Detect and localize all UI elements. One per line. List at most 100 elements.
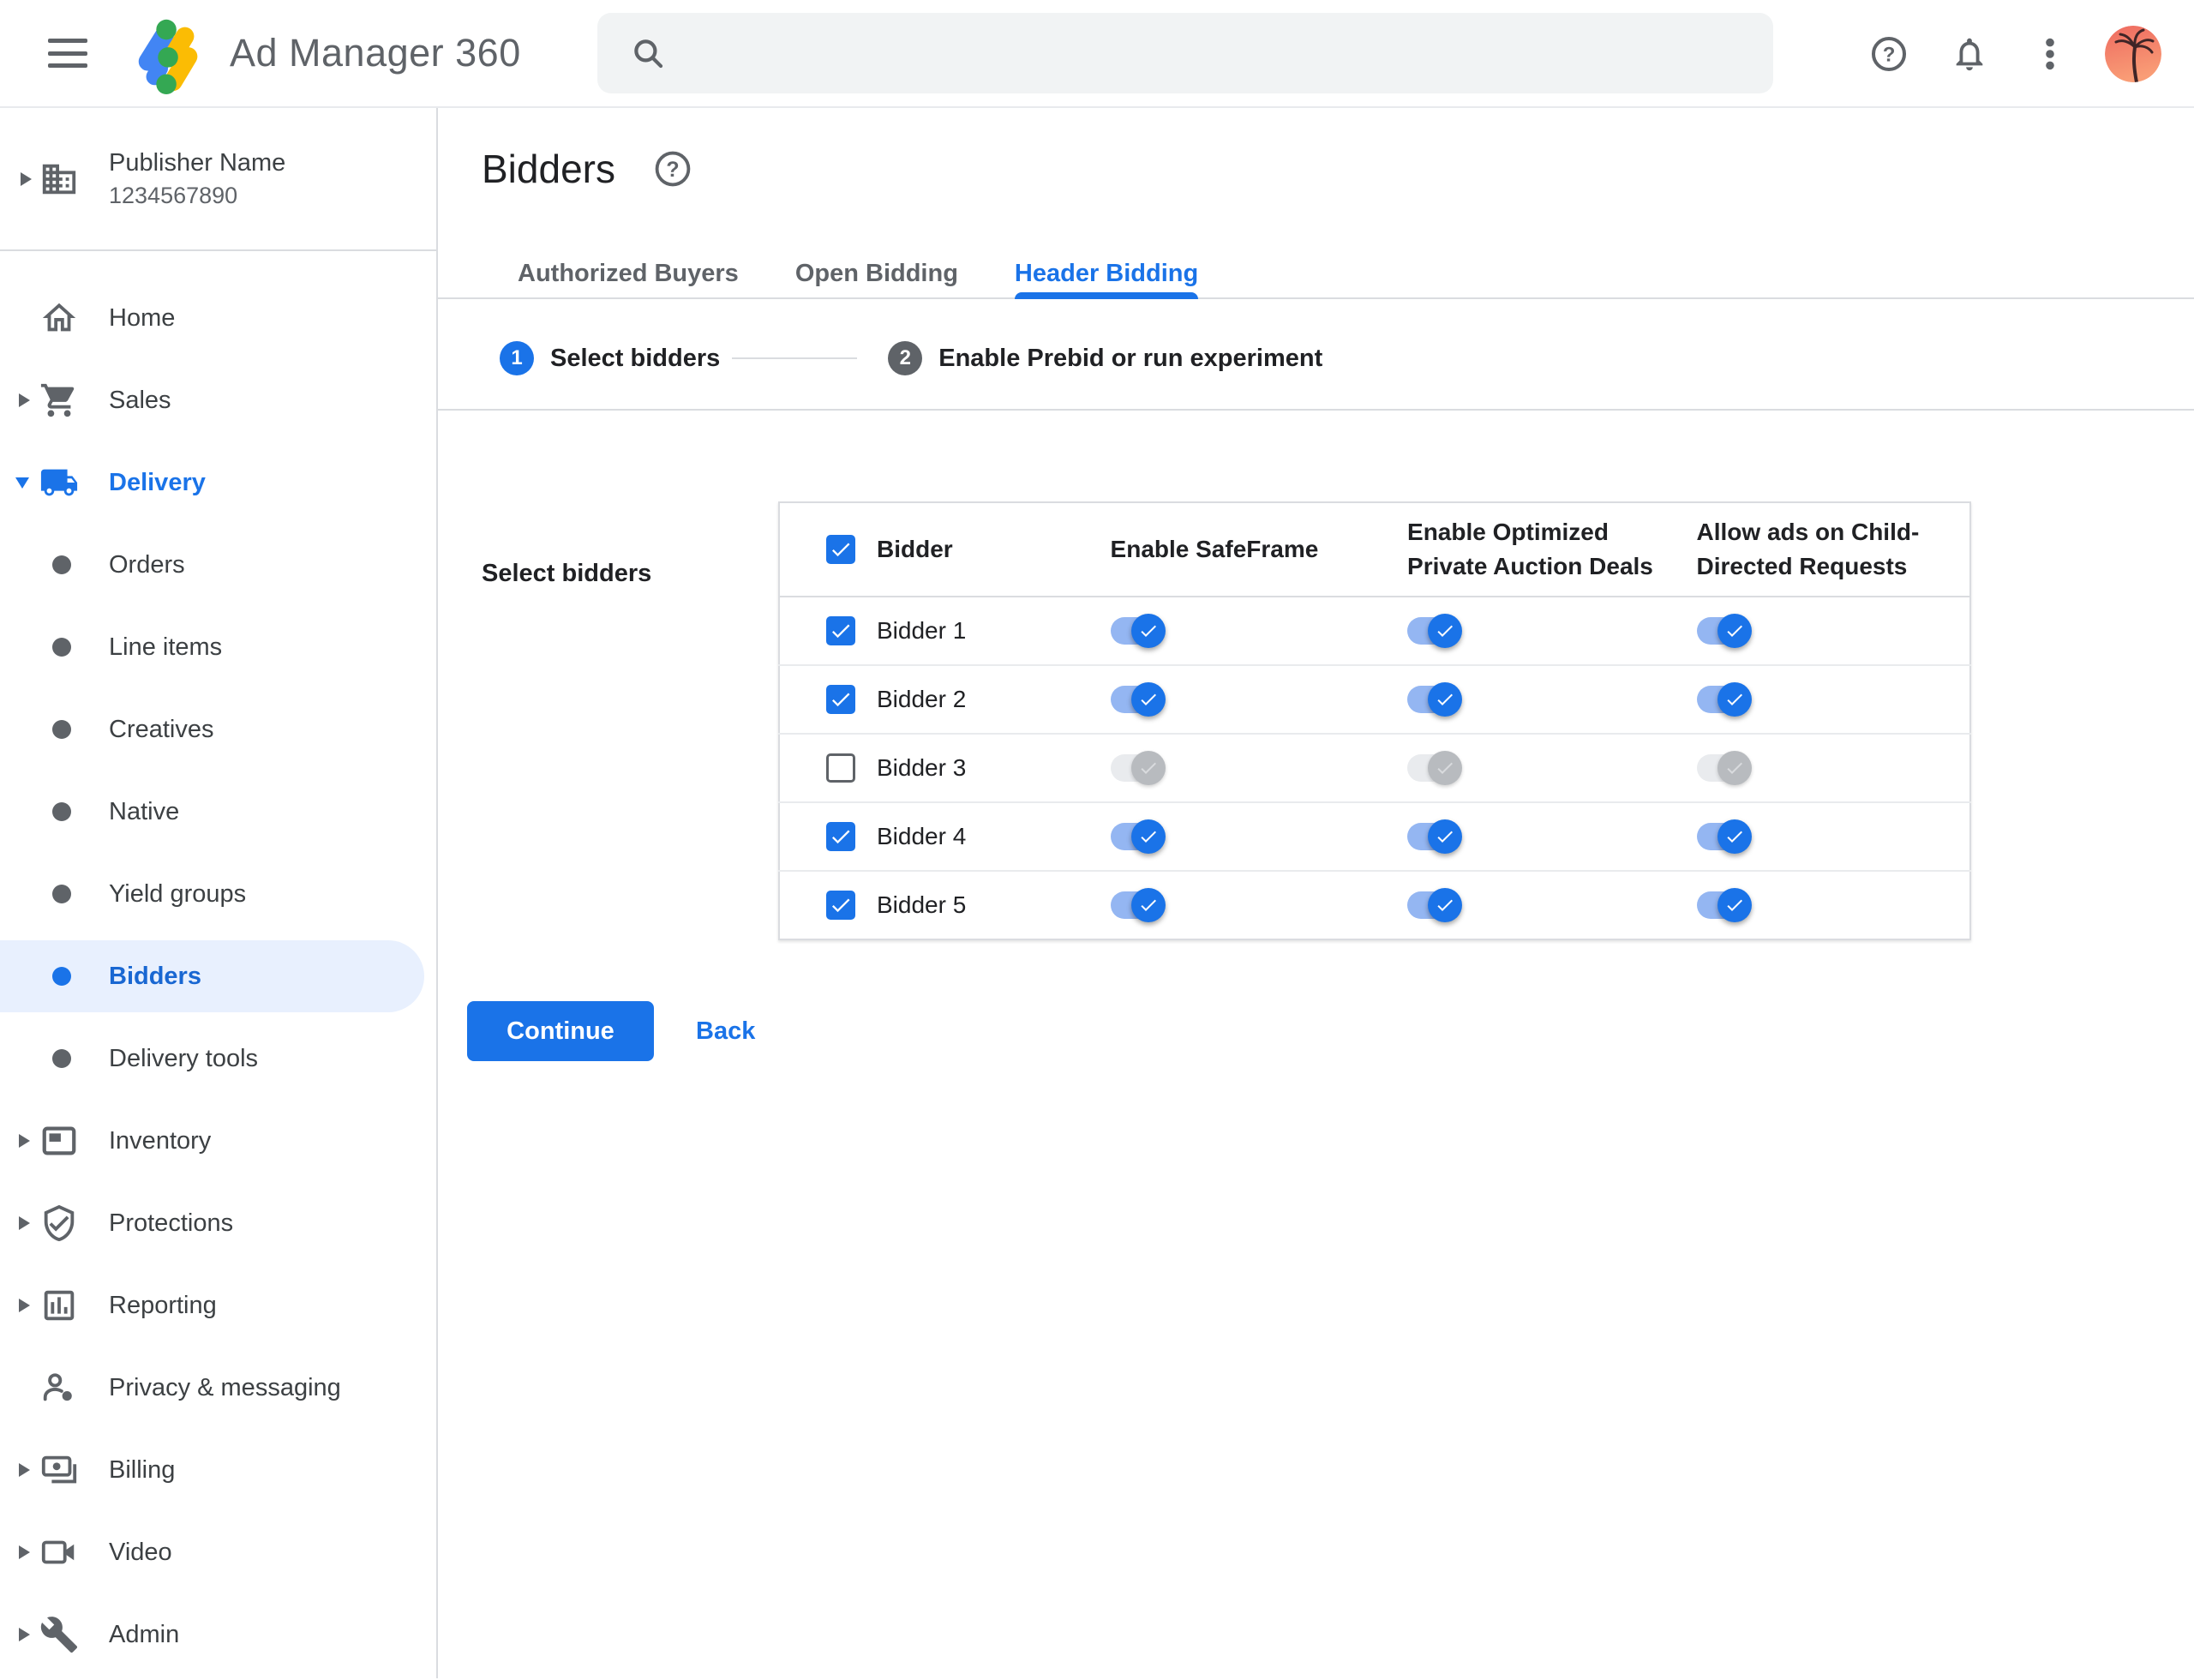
sidebar-item-delivery[interactable]: Delivery [0,441,436,524]
toggle-child-directed-requests[interactable] [1696,880,1753,930]
bell-icon [1956,38,1983,71]
toggle-thumb [1717,751,1752,785]
page-help-icon[interactable]: ? [653,149,692,189]
app-header: Ad Manager 360 ? [0,0,2194,108]
sidebar-item-creatives[interactable]: Creatives [0,688,436,771]
toggle-thumb [1717,682,1752,717]
toggle-thumb [1428,751,1463,785]
sidebar-item-native[interactable]: Native [0,771,436,853]
search-input[interactable] [686,39,1747,68]
help-button[interactable]: ? [1861,27,1916,81]
sidebar-item-label: Protections [109,1209,234,1237]
sidebar-item-inventory[interactable]: Inventory [0,1100,436,1182]
hamburger-menu-icon[interactable] [48,39,87,68]
avatar[interactable] [2105,26,2161,82]
column-header-optimized-deals: Enable Optimized Private Auction Deals [1402,502,1692,597]
toggle-thumb [1717,819,1752,854]
bidder-name: Bidder 3 [877,754,967,781]
toggle-thumb [1717,614,1752,648]
tab-open-bidding[interactable]: Open Bidding [795,250,958,297]
sidebar-item-orders[interactable]: Orders [0,524,436,606]
bullet-icon [52,885,71,903]
sidebar-item-delivery-tools[interactable]: Delivery tools [0,1017,436,1100]
svg-text:?: ? [1883,43,1896,66]
sidebar-item-yield-groups[interactable]: Yield groups [0,853,436,935]
toggle-child-directed-requests[interactable] [1696,812,1753,861]
table-row-bidder-4: Bidder 4 [779,801,1970,871]
continue-button[interactable]: Continue [467,1001,654,1061]
sidebar-item-video[interactable]: Video [0,1511,436,1593]
notifications-button[interactable] [1942,27,1997,81]
sidebar-item-label: Privacy & messaging [109,1373,341,1401]
bidder-checkbox[interactable] [826,616,855,645]
bidder-checkbox[interactable] [826,685,855,714]
back-button[interactable]: Back [696,1017,755,1046]
toggle-child-directed-requests[interactable] [1696,743,1753,793]
publisher-id: 1234567890 [109,182,238,208]
search-icon [634,39,663,69]
toggle-optimized-private-auction-deals[interactable] [1407,675,1464,724]
toggle-optimized-private-auction-deals[interactable] [1407,812,1464,861]
toggle-child-directed-requests[interactable] [1696,675,1753,724]
tab-authorized-buyers[interactable]: Authorized Buyers [518,250,739,297]
column-header-safeframe: Enable SafeFrame [1105,502,1403,597]
sidebar-item-label: Home [109,303,176,332]
section-divider [438,409,2194,411]
bidder-checkbox[interactable] [826,891,855,920]
search-bar[interactable] [597,13,1773,93]
sidebar-item-label: Inventory [109,1126,212,1155]
toggle-optimized-private-auction-deals[interactable] [1407,606,1464,656]
toggle-thumb [1130,888,1166,922]
chevron-down-icon [15,477,29,489]
bidders-table: Bidder Enable SafeFrame Enable Optimized… [778,501,1971,940]
sidebar-item-label: Yield groups [109,879,247,908]
toggle-enable-safeframe[interactable] [1110,743,1167,793]
sidebar-item-line-items[interactable]: Line items [0,606,436,688]
sidebar-item-bidders[interactable]: Bidders [0,935,436,1017]
sidebar-item-privacy-and-messaging[interactable]: Privacy & messaging [0,1347,436,1429]
page-title: Bidders [482,147,615,191]
chevron-right-icon [19,1545,30,1559]
bidder-checkbox[interactable] [826,753,855,783]
toggle-optimized-private-auction-deals[interactable] [1407,743,1464,793]
toggle-enable-safeframe[interactable] [1110,606,1167,656]
sidebar-item-label: Delivery [109,468,206,496]
sidebar-item-protections[interactable]: Protections [0,1182,436,1264]
toggle-thumb [1428,614,1463,648]
toggle-enable-safeframe[interactable] [1110,812,1167,861]
toggle-thumb [1130,819,1166,854]
chevron-right-icon [19,393,30,407]
publisher-switcher[interactable]: Publisher Name 1234567890 [0,108,436,251]
select-all-checkbox[interactable] [826,535,855,564]
sidebar-item-billing[interactable]: Billing [0,1429,436,1511]
toggle-enable-safeframe[interactable] [1110,675,1167,724]
sidebar: Publisher Name 1234567890 Home Sales Deliv… [0,108,438,1678]
toggle-enable-safeframe[interactable] [1110,880,1167,930]
tab-header-bidding[interactable]: Header Bidding [1014,250,1199,299]
toggle-thumb [1130,614,1166,648]
sidebar-item-label: Native [109,797,180,825]
sidebar-nav: Home Sales Delivery Orders Line items Creativ… [0,251,436,1676]
step-2-label: Enable Prebid or run experiment [938,344,1323,372]
toggle-optimized-private-auction-deals[interactable] [1407,880,1464,930]
bullet-icon [52,720,71,739]
table-row-bidder-2: Bidder 2 [779,664,1970,734]
toggle-thumb [1717,888,1752,922]
sidebar-item-sales[interactable]: Sales [0,359,436,441]
sidebar-item-home[interactable]: Home [0,277,436,359]
bullet-icon [52,967,71,986]
toggle-child-directed-requests[interactable] [1696,606,1753,656]
sidebar-item-label: Line items [109,633,223,661]
sidebar-item-reporting[interactable]: Reporting [0,1264,436,1347]
truck-icon [39,463,79,502]
toggle-thumb [1428,819,1463,854]
bullet-icon [52,638,71,657]
sidebar-item-label: Admin [109,1620,180,1648]
bidder-name: Bidder 5 [877,891,967,918]
more-options-button[interactable] [2023,27,2077,81]
sidebar-item-admin[interactable]: Admin [0,1593,436,1676]
payments-icon [39,1450,79,1490]
bullet-icon [52,555,71,574]
chevron-right-icon [19,1299,30,1312]
bidder-checkbox[interactable] [826,822,855,851]
